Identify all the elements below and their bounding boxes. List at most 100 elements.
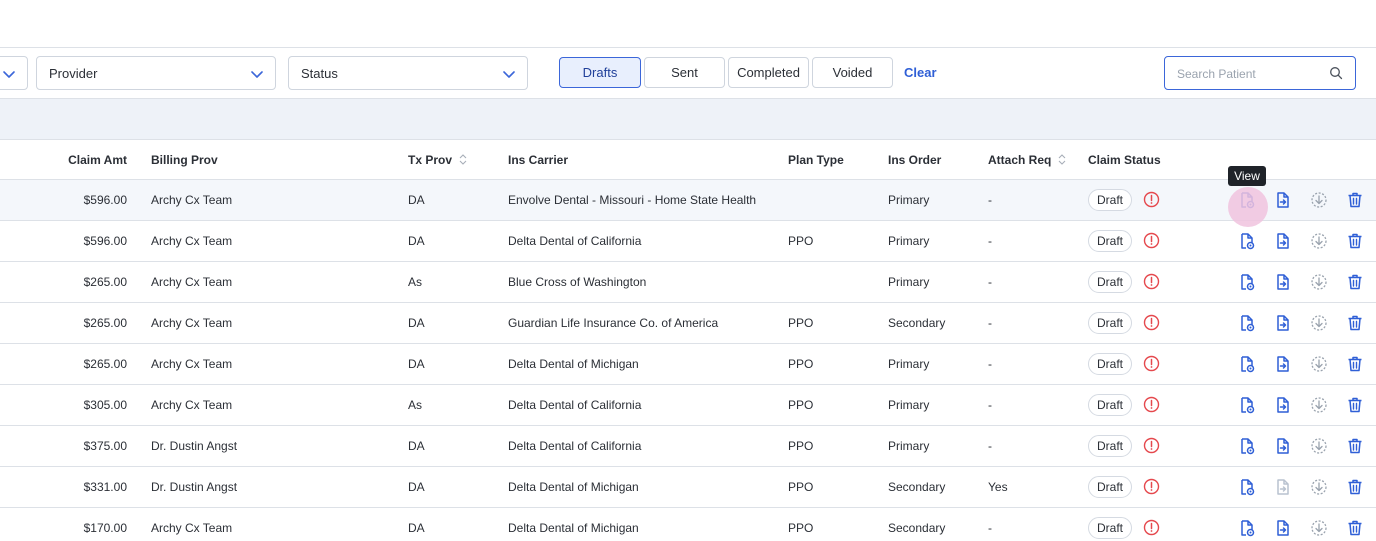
top-bar: [0, 0, 1376, 48]
alert-icon: [1143, 273, 1160, 290]
delete-button[interactable]: [1345, 313, 1365, 333]
send-button[interactable]: [1273, 272, 1293, 292]
send-button[interactable]: [1273, 518, 1293, 538]
tab-completed[interactable]: Completed: [728, 57, 809, 88]
trash-icon: [1348, 315, 1362, 331]
delete-button[interactable]: [1345, 477, 1365, 497]
table-row[interactable]: $331.00 Dr. Dustin Angst DA Delta Dental of…: [0, 467, 1376, 508]
download-button[interactable]: [1309, 272, 1329, 292]
view-button[interactable]: [1237, 518, 1257, 538]
table-row[interactable]: $265.00 Archy Cx Team As Blue Cross of Wash…: [0, 262, 1376, 303]
status-badge: Draft: [1088, 394, 1133, 416]
download-button[interactable]: [1309, 313, 1329, 333]
claim-amt-cell: $596.00: [83, 234, 127, 248]
attach-req-cell: -: [988, 234, 992, 248]
table-row[interactable]: $265.00 Archy Cx Team DA Guardian Life Insu…: [0, 303, 1376, 344]
send-button[interactable]: [1273, 477, 1293, 497]
ins-carrier-cell: Delta Dental of Michigan: [508, 480, 639, 494]
trash-icon: [1348, 479, 1362, 495]
billing-prov-cell: Dr. Dustin Angst: [151, 439, 238, 453]
column-header-tx-prov[interactable]: Tx Prov: [408, 153, 468, 167]
delete-button[interactable]: [1345, 272, 1365, 292]
view-button[interactable]: [1237, 231, 1257, 251]
view-button[interactable]: [1237, 436, 1257, 456]
send-button[interactable]: [1273, 354, 1293, 374]
status-select[interactable]: Status: [288, 56, 528, 90]
status-badge: Draft: [1088, 312, 1133, 334]
alert-icon: [1143, 314, 1160, 331]
send-document-icon: [1277, 438, 1289, 454]
tab-sent[interactable]: Sent: [644, 57, 725, 88]
ins-order-cell: Primary: [888, 234, 930, 248]
view-button[interactable]: [1237, 477, 1257, 497]
provider-select[interactable]: Provider: [36, 56, 276, 90]
search-input[interactable]: [1177, 65, 1327, 82]
download-button[interactable]: [1309, 354, 1329, 374]
table-row[interactable]: $596.00 Archy Cx Team DA Delta Dental of Ca…: [0, 221, 1376, 262]
attach-req-cell: -: [988, 398, 992, 412]
download-button[interactable]: [1309, 477, 1329, 497]
column-header-plan-type[interactable]: Plan Type: [788, 153, 844, 167]
search-box: [1164, 56, 1356, 90]
delete-button[interactable]: [1345, 231, 1365, 251]
billing-prov-cell: Dr. Dustin Angst: [151, 480, 238, 494]
search-icon[interactable]: [1329, 66, 1343, 80]
download-button[interactable]: [1309, 395, 1329, 415]
table-header: Claim Amt Billing Prov Tx Prov Ins Carri…: [0, 140, 1376, 180]
download-icon: [1311, 438, 1327, 454]
clear-filters-link[interactable]: Clear: [904, 65, 937, 80]
claim-amt-cell: $331.00: [83, 480, 127, 494]
status-badge: Draft: [1088, 435, 1133, 457]
ins-order-cell: Primary: [888, 398, 930, 412]
view-button[interactable]: [1237, 395, 1257, 415]
delete-button[interactable]: [1345, 190, 1365, 210]
ins-carrier-cell: Delta Dental of California: [508, 398, 642, 412]
claims-table-body: $596.00 Archy Cx Team DA Envolve Dental - M…: [0, 180, 1376, 541]
ins-carrier-cell: Blue Cross of Washington: [508, 275, 647, 289]
ins-order-cell: Secondary: [888, 521, 946, 535]
filter-select-partial[interactable]: [0, 56, 28, 90]
billing-prov-cell: Archy Cx Team: [151, 357, 233, 371]
delete-button[interactable]: [1345, 395, 1365, 415]
view-button[interactable]: [1237, 272, 1257, 292]
send-document-icon: [1277, 520, 1289, 536]
send-button[interactable]: [1273, 436, 1293, 456]
delete-button[interactable]: [1345, 518, 1365, 538]
download-button[interactable]: [1309, 518, 1329, 538]
view-button[interactable]: [1237, 313, 1257, 333]
table-row[interactable]: $305.00 Archy Cx Team As Delta Dental of Ca…: [0, 385, 1376, 426]
trash-icon: [1348, 520, 1362, 536]
send-button[interactable]: [1273, 231, 1293, 251]
status-badge: Draft: [1088, 353, 1133, 375]
table-row[interactable]: $375.00 Dr. Dustin Angst DA Delta Dental of…: [0, 426, 1376, 467]
column-header-billing-prov[interactable]: Billing Prov: [151, 153, 218, 167]
column-header-ins-order[interactable]: Ins Order: [888, 153, 941, 167]
view-document-icon: [1241, 233, 1255, 250]
download-button[interactable]: [1309, 190, 1329, 210]
column-header-ins-carrier[interactable]: Ins Carrier: [508, 153, 568, 167]
download-button[interactable]: [1309, 231, 1329, 251]
send-button[interactable]: [1273, 395, 1293, 415]
send-button[interactable]: [1273, 313, 1293, 333]
alert-icon: [1143, 396, 1160, 413]
delete-button[interactable]: [1345, 354, 1365, 374]
download-button[interactable]: [1309, 436, 1329, 456]
sort-icon[interactable]: [458, 153, 468, 166]
claim-amt-cell: $305.00: [83, 398, 127, 412]
table-row[interactable]: $596.00 Archy Cx Team DA Envolve Dental - M…: [0, 180, 1376, 221]
view-button[interactable]: [1237, 354, 1257, 374]
status-select-label: Status: [301, 65, 338, 81]
download-icon: [1311, 315, 1327, 331]
table-row[interactable]: $170.00 Archy Cx Team DA Delta Dental of Mi…: [0, 508, 1376, 541]
trash-icon: [1348, 438, 1362, 454]
send-button[interactable]: [1273, 190, 1293, 210]
column-header-claim-status[interactable]: Claim Status: [1088, 153, 1161, 167]
table-row[interactable]: $265.00 Archy Cx Team DA Delta Dental of Mi…: [0, 344, 1376, 385]
column-header-attach-req[interactable]: Attach Req: [988, 153, 1067, 167]
tab-voided[interactable]: Voided: [812, 57, 893, 88]
tab-drafts[interactable]: Drafts: [559, 57, 641, 88]
column-header-claim-amt[interactable]: Claim Amt: [0, 153, 127, 167]
sort-icon[interactable]: [1057, 153, 1067, 166]
claim-amt-cell: $265.00: [83, 357, 127, 371]
delete-button[interactable]: [1345, 436, 1365, 456]
